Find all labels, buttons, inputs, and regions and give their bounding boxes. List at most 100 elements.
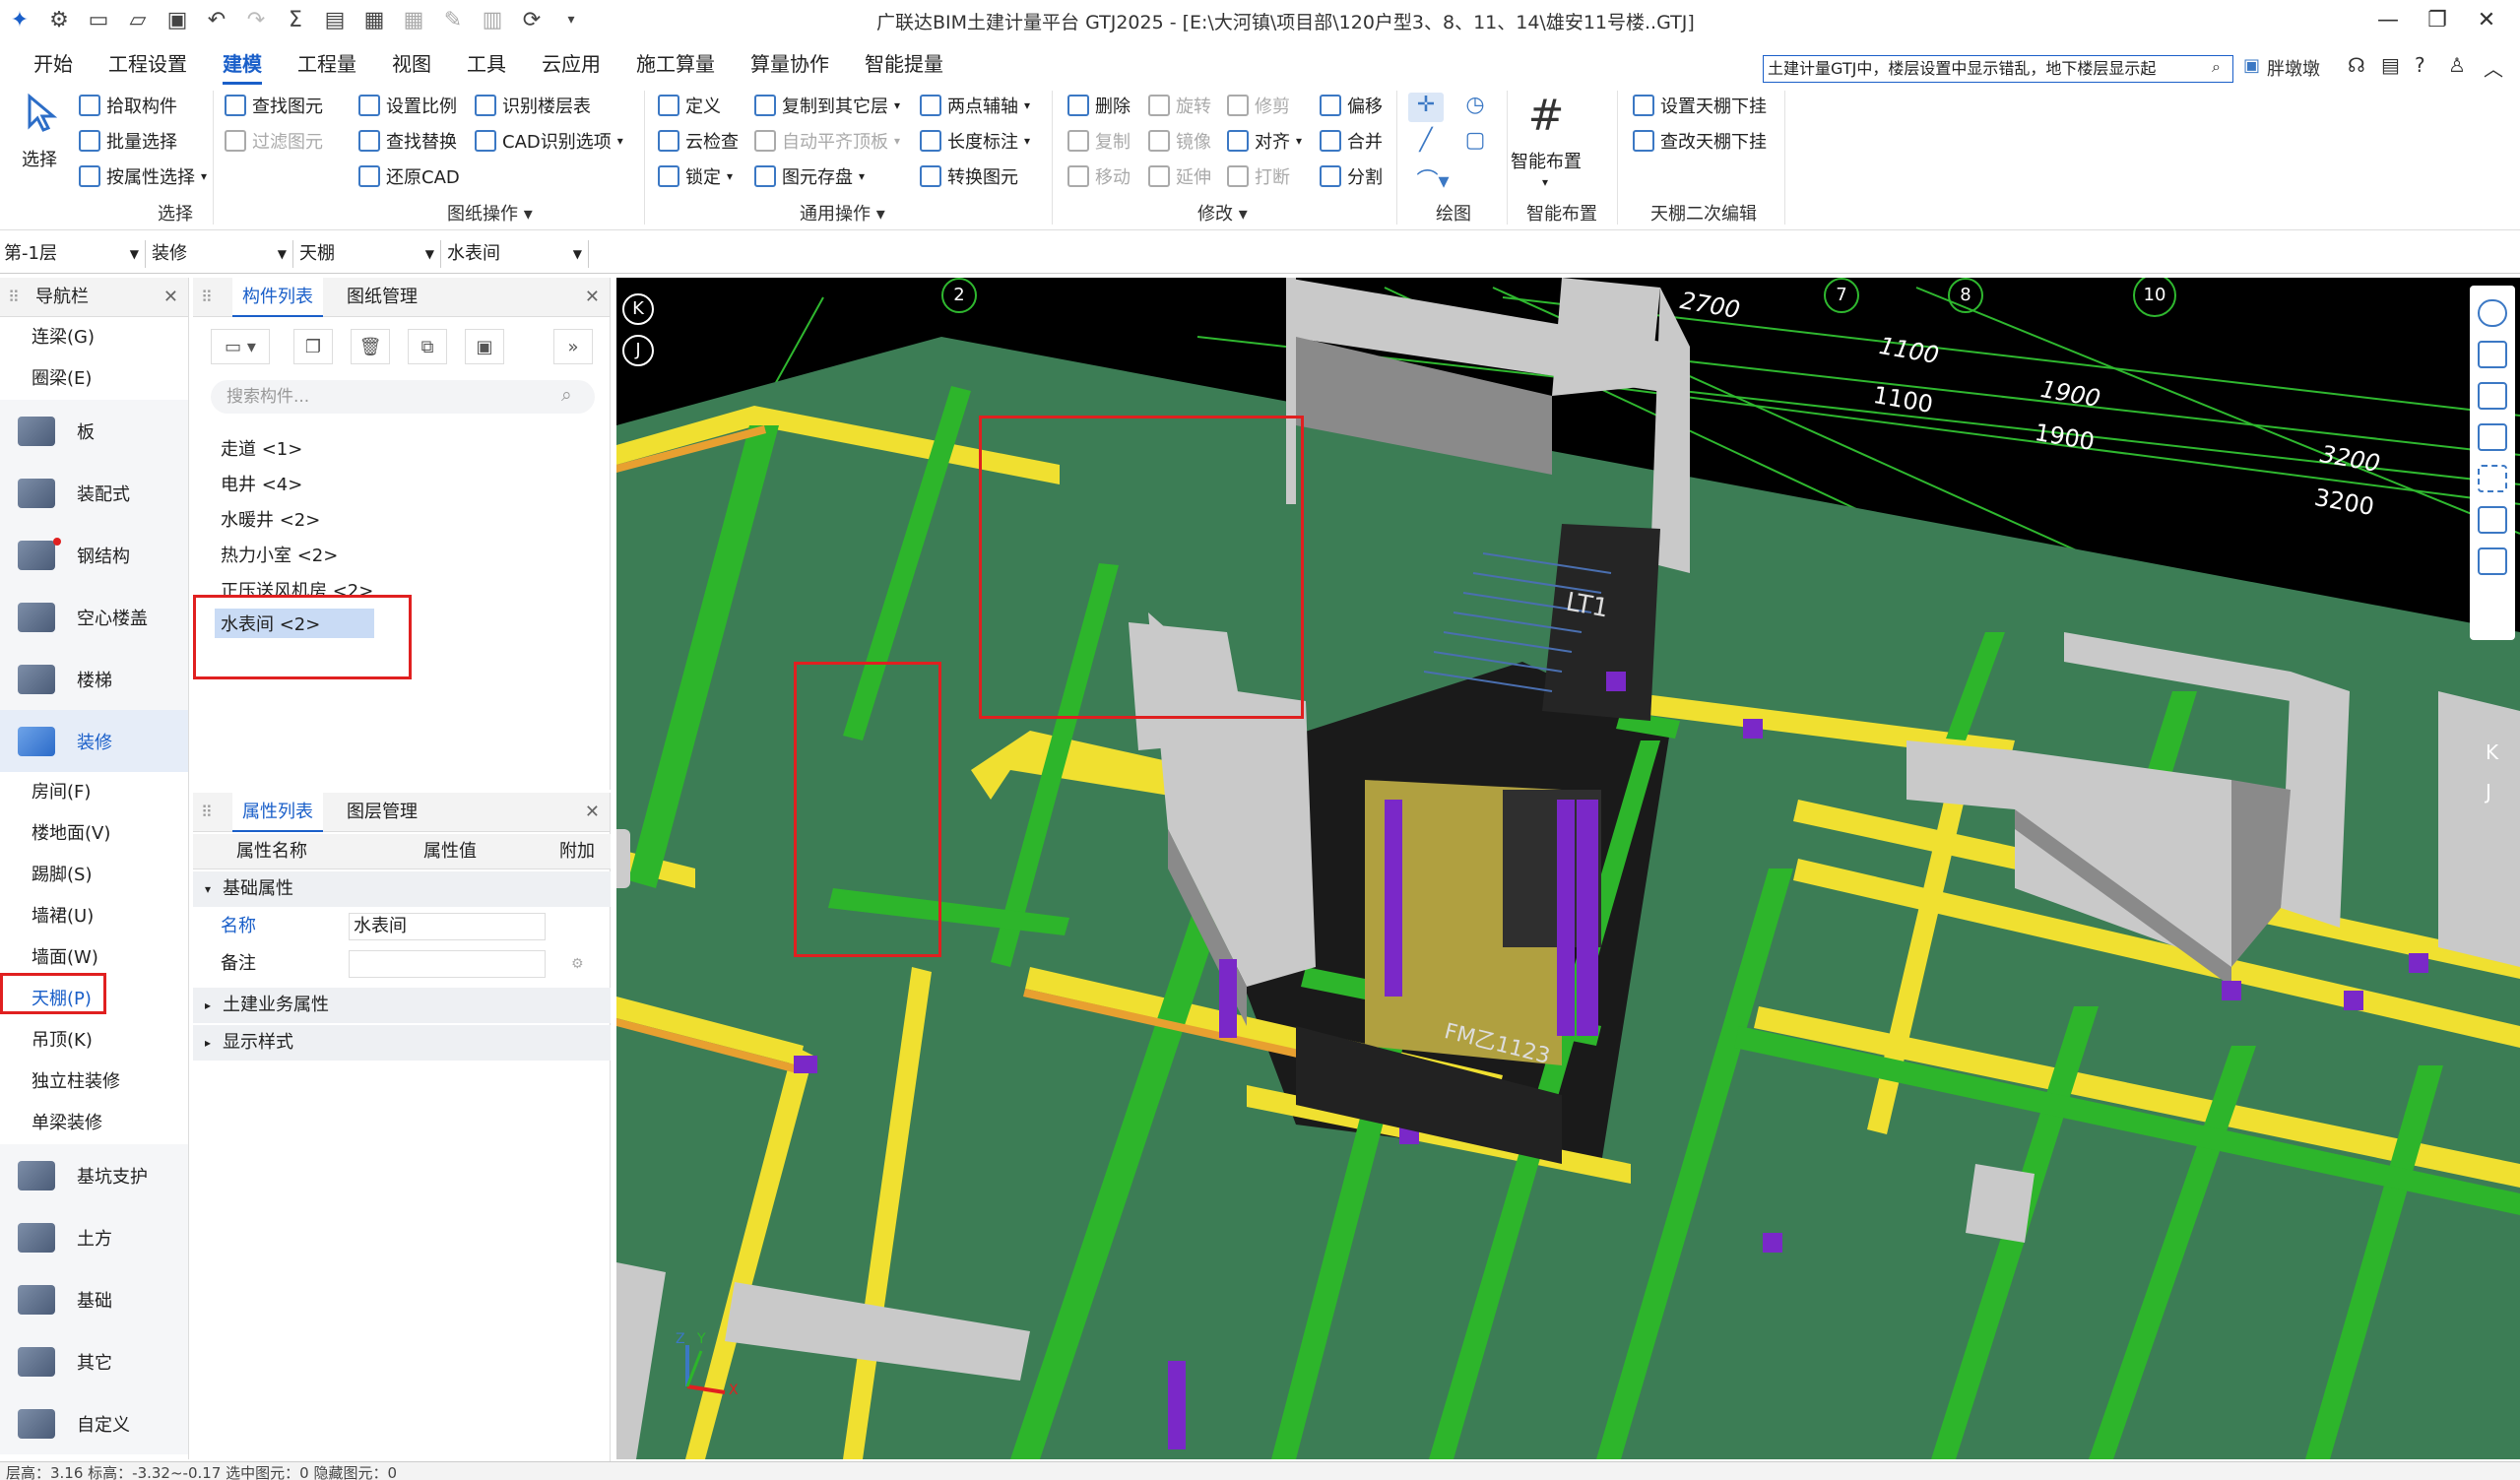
menu-construction[interactable]: 施工算量 (618, 43, 733, 85)
set-ceiling-drop-button[interactable]: 设置天棚下挂 (1633, 93, 1767, 118)
report-icon[interactable]: ▤ (315, 0, 355, 39)
cube-view-icon[interactable] (2478, 423, 2507, 451)
close-icon[interactable]: ✕ (2452, 2, 2520, 37)
nav-item-slab[interactable]: 板 (0, 400, 188, 462)
more-icon[interactable]: » (553, 329, 593, 364)
menu-collaboration[interactable]: 算量协作 (733, 43, 847, 85)
component-search-input[interactable]: 搜索构件... (211, 380, 595, 414)
list-item[interactable]: 电井 <4> (221, 471, 302, 496)
point-draw-icon[interactable]: ✛ (1408, 93, 1444, 122)
list-item[interactable]: 热力小室 <2> (221, 542, 338, 567)
copy-component-icon[interactable]: ❐ (293, 329, 333, 364)
nav-item-other[interactable]: 其它 (0, 1330, 188, 1392)
nav-sub-floor-surface[interactable]: 楼地面(V) (0, 813, 188, 855)
tab-property-list[interactable]: 属性列表 (232, 793, 323, 832)
filter-element-button[interactable]: 过滤图元 (225, 128, 323, 154)
collapse-ribbon-icon[interactable]: ︿ (2484, 53, 2503, 82)
nav-item-foundation[interactable]: 基础 (0, 1268, 188, 1330)
merge-button[interactable]: 合并 (1320, 128, 1383, 154)
property-group-civil[interactable]: ▸ 土建业务属性 (193, 988, 611, 1023)
duplicate-layer-icon[interactable]: ⧉ (408, 329, 447, 364)
batch-select-button[interactable]: 批量选择 (79, 128, 177, 154)
grid-icon[interactable]: ▦ (394, 0, 433, 39)
search-icon[interactable]: ⌕ (2212, 57, 2221, 77)
collapse-handle[interactable] (616, 829, 630, 888)
headset-icon[interactable]: ☊ (2348, 53, 2365, 77)
fullscreen-icon[interactable] (2478, 465, 2507, 492)
edit-ceiling-drop-button[interactable]: 查改天棚下挂 (1633, 128, 1767, 154)
nav-item-hollow-floor[interactable]: 空心楼盖 (0, 586, 188, 648)
auto-align-slab-button[interactable]: 自动平齐顶板 ▾ (754, 128, 900, 154)
set-scale-button[interactable]: 设置比例 (358, 93, 457, 118)
menu-view[interactable]: 视图 (374, 43, 449, 85)
rect-draw-icon[interactable]: ▢ (1457, 128, 1493, 158)
edit-icon[interactable]: ✎ (433, 0, 473, 39)
calendar-icon[interactable]: ▤ (2381, 53, 2400, 77)
find-element-button[interactable]: 查找图元 (225, 93, 323, 118)
trim-button[interactable]: 修剪 (1227, 93, 1290, 118)
open-file-icon[interactable]: ▱ (118, 0, 158, 39)
line-draw-icon[interactable]: ╱ (1408, 128, 1444, 158)
menu-quantity[interactable]: 工程量 (280, 43, 374, 85)
menu-cloud[interactable]: 云应用 (524, 43, 618, 85)
nav-item-custom[interactable]: 自定义 (0, 1392, 188, 1454)
help-search-input[interactable]: 土建计量GTJ中，楼层设置中显示错乱，地下楼层显示起 (1763, 55, 2233, 83)
shirt-icon[interactable]: ♙ (2448, 53, 2466, 77)
new-file-icon[interactable]: ▭ (79, 0, 118, 39)
cad-options-button[interactable]: CAD识别选项 ▾ (475, 128, 623, 154)
tab-component-list[interactable]: 构件列表 (232, 278, 323, 317)
rotate-point-icon[interactable]: ◷ (1457, 93, 1493, 122)
close-icon[interactable]: ✕ (163, 278, 178, 317)
define-button[interactable]: 定义 (658, 93, 721, 118)
length-dim-button[interactable]: 长度标注 ▾ (920, 128, 1030, 154)
tab-drawing-management[interactable]: 图纸管理 (337, 278, 427, 317)
type-select[interactable]: 天棚 ▼ (295, 240, 441, 268)
nav-sub-column-finish[interactable]: 独立柱装修 (0, 1062, 188, 1103)
nav-item-stairs[interactable]: 楼梯 (0, 648, 188, 710)
view-2d-icon[interactable] (2478, 341, 2507, 368)
smart-layout-icon[interactable]: # (1520, 91, 1572, 142)
dropdown-icon[interactable]: ▾ (551, 0, 591, 39)
rotate-button[interactable]: 旋转 (1148, 93, 1211, 118)
view-3d-icon[interactable] (2478, 382, 2507, 410)
lock-button[interactable]: 锁定 ▾ (658, 163, 733, 189)
select-arrow-icon[interactable] (22, 93, 61, 132)
3d-viewport[interactable]: K J 2 7 8 10 K J 2700 1100 1100 1900 190… (616, 278, 2520, 1459)
move-button[interactable]: 移动 (1067, 163, 1131, 189)
list-item[interactable]: 正压送风机房 <2> (221, 577, 373, 597)
list-view-icon[interactable] (2478, 547, 2507, 575)
offset-button[interactable]: 偏移 (1320, 93, 1383, 118)
table-icon[interactable]: ▦ (355, 0, 394, 39)
sum-icon[interactable]: Σ (276, 0, 315, 39)
list-item[interactable]: 走道 <1> (221, 435, 302, 461)
drag-handle-icon[interactable]: ⠿ (8, 278, 20, 317)
drag-handle-icon[interactable]: ⠿ (201, 278, 213, 317)
list-item[interactable]: 水暖井 <2> (221, 506, 320, 532)
identify-floor-table-button[interactable]: 识别楼层表 (475, 93, 591, 118)
section-icon[interactable] (2478, 506, 2507, 534)
nav-item-prefab[interactable]: 装配式 (0, 462, 188, 524)
nav-sub-suspended-ceiling[interactable]: 吊顶(K) (0, 1020, 188, 1062)
cloud-check-button[interactable]: 云检查 (658, 128, 739, 154)
orbit-icon[interactable] (2478, 299, 2507, 327)
save-element-button[interactable]: 图元存盘 ▾ (754, 163, 865, 189)
nav-item-coupling-beam[interactable]: 连梁(G) (0, 317, 188, 358)
floor-select[interactable]: 第-1层 ▼ (0, 240, 146, 268)
nav-item-ring-beam[interactable]: 圈梁(E) (0, 358, 188, 400)
smart-dropdown-icon[interactable]: ▾ (1542, 175, 1548, 189)
nav-item-decoration[interactable]: 装修 (0, 710, 188, 772)
menu-start[interactable]: 开始 (0, 43, 91, 85)
close-icon[interactable]: ✕ (585, 278, 600, 317)
convert-element-button[interactable]: 转换图元 (920, 163, 1018, 189)
align-button[interactable]: 对齐 ▾ (1227, 128, 1302, 154)
two-point-axis-button[interactable]: 两点辅轴 ▾ (920, 93, 1030, 118)
menu-project-settings[interactable]: 工程设置 (91, 43, 205, 85)
menu-smart-takeoff[interactable]: 智能提量 (847, 43, 961, 85)
drag-handle-icon[interactable]: ⠿ (201, 793, 213, 832)
user-avatar-icon[interactable]: ▣ (2243, 55, 2260, 76)
delete-button[interactable]: 删除 (1067, 93, 1131, 118)
copy-to-floor-button[interactable]: 复制到其它层 ▾ (754, 93, 900, 118)
filter-component-icon[interactable]: ▣ (465, 329, 504, 364)
search-icon[interactable]: ⌕ (561, 384, 572, 406)
user-name[interactable]: 胖墩墩 (2267, 55, 2320, 81)
